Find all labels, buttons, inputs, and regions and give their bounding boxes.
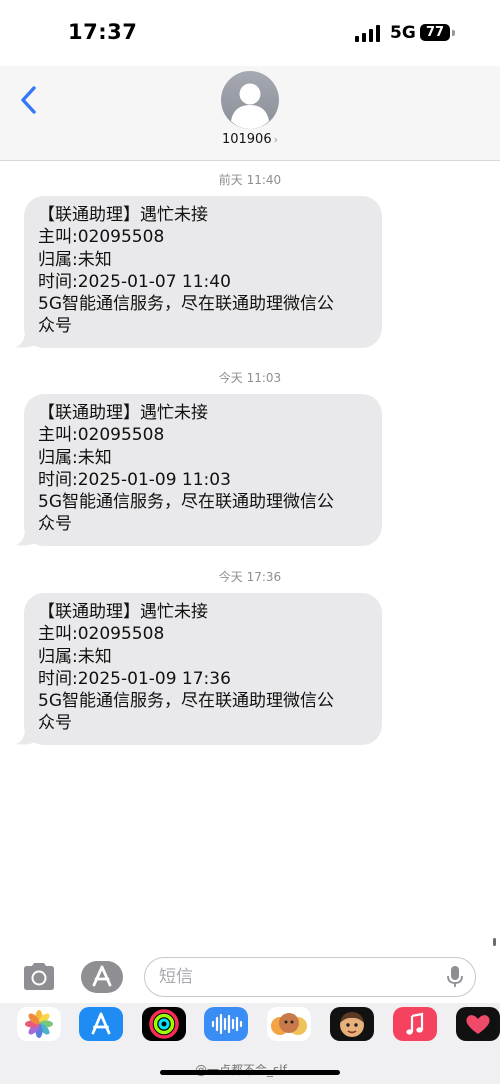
message-line: 5G智能通信服务，尽在联通助理微信公 <box>38 294 334 315</box>
message-bubble[interactable]: 【联通助理】遇忙未接 主叫:02095508 归属:未知 时间:2025-01-… <box>16 196 382 348</box>
message-line: 【联通助理】遇忙未接 <box>38 403 208 423</box>
battery-icon: 77 <box>420 24 450 41</box>
message-line: 众号 <box>38 713 72 734</box>
message-timestamp: 今天 11:03 <box>218 371 282 385</box>
person-silhouette-icon <box>231 83 269 129</box>
battery-tip <box>452 30 455 36</box>
message-line: 众号 <box>38 514 72 535</box>
conversation-header: 101906 › <box>0 66 500 161</box>
scroll-indicator[interactable] <box>493 938 496 946</box>
message-line: 主叫:02095508 <box>38 425 165 446</box>
bubble-tail <box>16 329 38 348</box>
heart-icon[interactable] <box>456 1007 500 1041</box>
home-indicator[interactable] <box>160 1070 340 1075</box>
message-timestamp: 前天 11:40 <box>218 173 282 187</box>
message-line: 主叫:02095508 <box>38 624 165 645</box>
bubble-tail <box>16 527 38 546</box>
message-line: 众号 <box>38 316 72 337</box>
photos-icon[interactable] <box>17 1007 61 1041</box>
memoji-stickers-icon[interactable] <box>330 1007 374 1041</box>
status-bar: 17:37 5G 77 <box>0 0 500 66</box>
audio-message-icon[interactable] <box>204 1007 248 1041</box>
status-time: 17:37 <box>68 20 138 44</box>
message-input[interactable] <box>144 957 476 997</box>
message-line: 【联通助理】遇忙未接 <box>38 205 208 225</box>
back-chevron-icon[interactable] <box>16 82 44 118</box>
camera-icon[interactable] <box>20 960 58 994</box>
message-bubble[interactable]: 【联通助理】遇忙未接 主叫:02095508 归属:未知 时间:2025-01-… <box>16 593 382 745</box>
battery-level: 77 <box>425 25 445 40</box>
message-line: 【联通助理】遇忙未接 <box>38 602 208 622</box>
message-line: 归属:未知 <box>38 447 112 468</box>
message-line: 时间:2025-01-09 11:03 <box>38 469 231 490</box>
message-line: 时间:2025-01-09 17:36 <box>38 668 231 689</box>
bubble-tail <box>16 726 38 745</box>
message-line: 时间:2025-01-07 11:40 <box>38 271 231 292</box>
message-timestamp: 今天 17:36 <box>218 570 282 584</box>
message-line: 5G智能通信服务，尽在联通助理微信公 <box>38 492 334 513</box>
message-bubble[interactable]: 【联通助理】遇忙未接 主叫:02095508 归属:未知 时间:2025-01-… <box>16 394 382 546</box>
cellular-signal-icon <box>355 25 380 42</box>
message-line: 归属:未知 <box>38 646 112 667</box>
chevron-right-icon: › <box>273 133 279 146</box>
app-store-button-icon[interactable] <box>80 960 124 994</box>
contact-name: 101906 <box>221 132 272 147</box>
contact-name-row[interactable]: 101906 › <box>0 132 500 147</box>
fitness-icon[interactable] <box>142 1007 186 1041</box>
microphone-icon[interactable] <box>446 965 464 989</box>
contact-avatar[interactable] <box>221 71 279 129</box>
message-line: 主叫:02095508 <box>38 227 165 248</box>
memoji-icon[interactable] <box>267 1007 311 1041</box>
network-type: 5G <box>390 23 416 43</box>
message-line: 5G智能通信服务，尽在联通助理微信公 <box>38 691 334 712</box>
app-store-icon[interactable] <box>79 1007 123 1041</box>
music-icon[interactable] <box>393 1007 437 1041</box>
message-line: 归属:未知 <box>38 249 112 270</box>
